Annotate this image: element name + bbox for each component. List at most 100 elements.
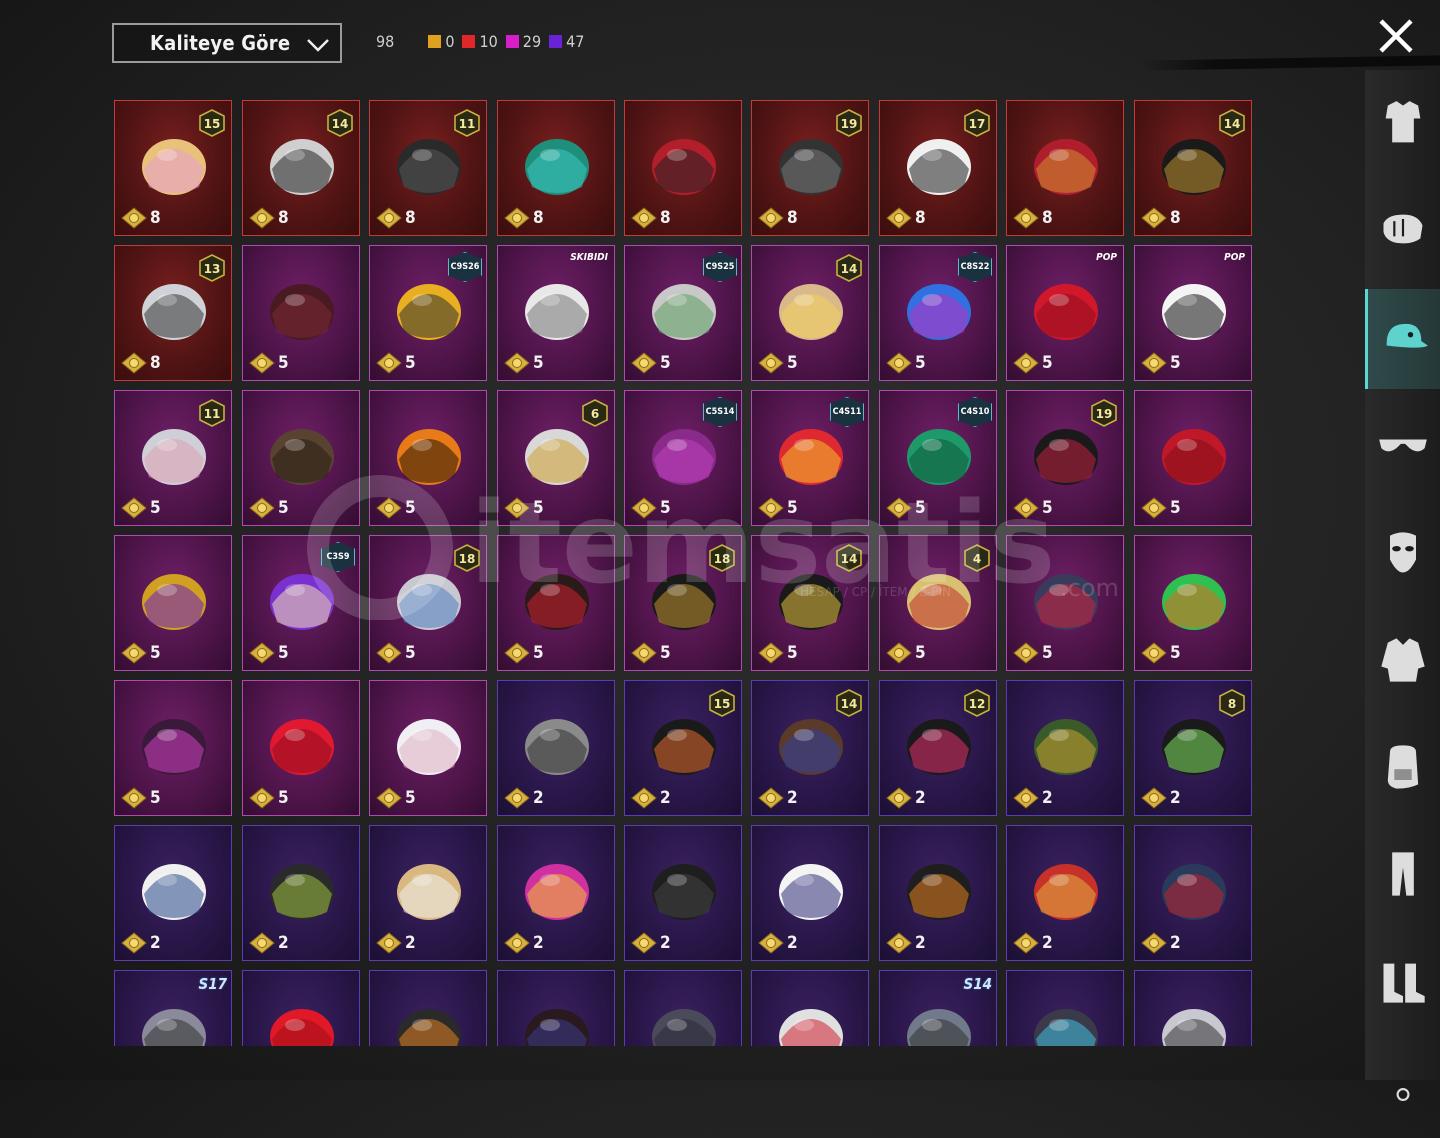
item-card[interactable]: [1006, 970, 1124, 1046]
item-card[interactable]: S17: [114, 970, 232, 1046]
item-card[interactable]: C5S14 5: [624, 390, 742, 526]
rarity-coin-icon: [758, 787, 784, 809]
count-purple: 47: [549, 32, 584, 51]
item-card[interactable]: 2: [497, 825, 615, 961]
level-badge: 18: [709, 544, 735, 572]
item-card[interactable]: 5: [369, 680, 487, 816]
item-points: 8: [758, 207, 798, 229]
item-card[interactable]: 14 5: [751, 535, 869, 671]
item-card[interactable]: 2: [497, 680, 615, 816]
item-card[interactable]: 2: [751, 825, 869, 961]
item-card[interactable]: 4 5: [879, 535, 997, 671]
item-points-value: 5: [787, 498, 798, 518]
item-card[interactable]: 5: [1006, 535, 1124, 671]
sidebar-tab-mask[interactable]: [1365, 503, 1440, 603]
item-card[interactable]: 14 8: [1134, 100, 1252, 236]
rarity-coin-icon: [121, 787, 147, 809]
item-points-value: 5: [660, 643, 671, 663]
item-card[interactable]: 14 2: [751, 680, 869, 816]
item-card[interactable]: 5: [1134, 390, 1252, 526]
sidebar-tab-cap[interactable]: [1365, 289, 1440, 389]
item-points-value: 8: [533, 208, 544, 228]
item-card[interactable]: C8S22 5: [879, 245, 997, 381]
item-card[interactable]: 8: [497, 100, 615, 236]
item-card[interactable]: [369, 970, 487, 1046]
item-card[interactable]: SKIBIDI 5: [497, 245, 615, 381]
item-card[interactable]: [751, 970, 869, 1046]
sidebar-tab-more[interactable]: [1365, 1038, 1440, 1138]
item-points-value: 5: [150, 643, 161, 663]
sidebar-tab-jacket[interactable]: [1365, 610, 1440, 710]
item-card[interactable]: 15 2: [624, 680, 742, 816]
level-badge: 13: [199, 254, 225, 282]
item-card[interactable]: 2: [114, 825, 232, 961]
item-card[interactable]: 13 8: [114, 245, 232, 381]
sidebar-tab-glasses[interactable]: [1365, 396, 1440, 496]
boots-icon: [1383, 963, 1425, 1003]
item-card[interactable]: 5: [369, 390, 487, 526]
item-card[interactable]: 2: [242, 825, 360, 961]
item-card[interactable]: POP 5: [1006, 245, 1124, 381]
item-card[interactable]: 6 5: [497, 390, 615, 526]
item-points-value: 2: [1170, 933, 1181, 953]
item-card[interactable]: C3S9 5: [242, 535, 360, 671]
item-card[interactable]: 18 5: [369, 535, 487, 671]
item-card[interactable]: 2: [1134, 825, 1252, 961]
sidebar-tab-backpack[interactable]: [1365, 717, 1440, 817]
item-card[interactable]: 5: [242, 245, 360, 381]
item-card[interactable]: 5: [242, 390, 360, 526]
item-card[interactable]: 5: [114, 680, 232, 816]
item-card[interactable]: 2: [1006, 825, 1124, 961]
sidebar-tab-boots[interactable]: [1365, 931, 1440, 1031]
item-card[interactable]: 2: [624, 825, 742, 961]
item-card[interactable]: 19 5: [1006, 390, 1124, 526]
item-card[interactable]: 8 2: [1134, 680, 1252, 816]
item-card[interactable]: 5: [242, 680, 360, 816]
item-points: 2: [376, 932, 416, 954]
item-card[interactable]: 19 8: [751, 100, 869, 236]
item-card[interactable]: 5: [1134, 535, 1252, 671]
item-card[interactable]: C4S10 5: [879, 390, 997, 526]
pink-swatch-icon: [505, 35, 519, 48]
item-card[interactable]: 5: [114, 535, 232, 671]
item-card[interactable]: 15 8: [114, 100, 232, 236]
item-card[interactable]: 17 8: [879, 100, 997, 236]
black-snapback-icon: [907, 864, 971, 920]
count-gold: 0: [428, 32, 454, 51]
rarity-coin-icon: [631, 497, 657, 519]
item-card[interactable]: 18 5: [624, 535, 742, 671]
rarity-coin-icon: [249, 787, 275, 809]
item-card[interactable]: [624, 970, 742, 1046]
dark-hair-icon: [525, 1009, 589, 1046]
item-card[interactable]: 11 5: [114, 390, 232, 526]
sidebar-tab-outfit[interactable]: [1365, 75, 1440, 175]
item-card[interactable]: 2: [879, 825, 997, 961]
item-card[interactable]: POP 5: [1134, 245, 1252, 381]
close-icon[interactable]: [1376, 16, 1416, 56]
item-card[interactable]: [242, 970, 360, 1046]
item-points: 2: [1141, 932, 1181, 954]
sidebar-tab-fist[interactable]: [1365, 182, 1440, 282]
sort-dropdown[interactable]: Kaliteye Göre: [112, 23, 342, 63]
sidebar-tab-pants[interactable]: [1365, 824, 1440, 924]
item-card[interactable]: [497, 970, 615, 1046]
item-card[interactable]: [1134, 970, 1252, 1046]
rarity-coin-icon: [504, 352, 530, 374]
item-card[interactable]: C9S26 5: [369, 245, 487, 381]
item-card[interactable]: 14 8: [242, 100, 360, 236]
spiked-hat-icon: [1034, 574, 1098, 630]
item-card[interactable]: 2: [369, 825, 487, 961]
item-card[interactable]: 11 8: [369, 100, 487, 236]
item-card[interactable]: S14: [879, 970, 997, 1046]
item-card[interactable]: C4S11 5: [751, 390, 869, 526]
item-card[interactable]: 12 2: [879, 680, 997, 816]
pink-butterfly-icon: [525, 864, 589, 920]
item-card[interactable]: 2: [1006, 680, 1124, 816]
svg-text:11: 11: [204, 407, 221, 421]
item-card[interactable]: 5: [497, 535, 615, 671]
rarity-coin-icon: [249, 932, 275, 954]
item-card[interactable]: 14 5: [751, 245, 869, 381]
item-card[interactable]: C9S25 5: [624, 245, 742, 381]
item-card[interactable]: 8: [1006, 100, 1124, 236]
item-card[interactable]: 8: [624, 100, 742, 236]
